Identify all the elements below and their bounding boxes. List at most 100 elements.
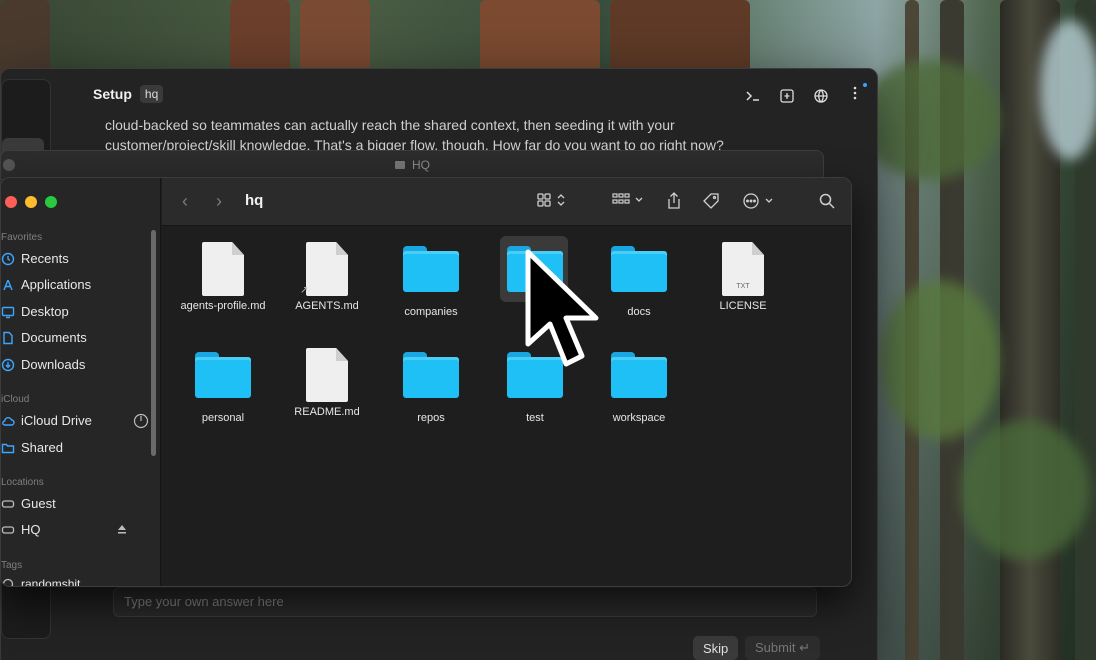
- sidebar-item-hq[interactable]: HQ: [1, 522, 151, 537]
- page-title: Setup: [93, 86, 132, 102]
- panel-icon[interactable]: [779, 88, 795, 104]
- submit-button[interactable]: Submit ↵: [745, 636, 820, 660]
- sky-patch: [1040, 20, 1096, 160]
- folder-icon: [611, 246, 667, 292]
- close-button[interactable]: [5, 196, 17, 208]
- file-label: LICENSE: [719, 300, 767, 312]
- sidebar-item-applications[interactable]: Applications: [1, 277, 151, 292]
- sidebar-item-label: Documents: [21, 330, 87, 345]
- terminal-icon[interactable]: [745, 88, 761, 104]
- sidebar-item-downloads[interactable]: Downloads: [1, 357, 151, 372]
- sidebar-item-documents[interactable]: Documents: [1, 330, 151, 345]
- text-document-icon: TXT: [722, 242, 764, 296]
- folder-title: hq: [245, 192, 264, 209]
- chevron-down-icon: [765, 198, 773, 203]
- sidebar-scrollbar[interactable]: [151, 230, 156, 456]
- skip-button[interactable]: Skip: [693, 636, 739, 660]
- sidebar-item-tag[interactable]: randomshit: [1, 577, 151, 587]
- alias-document-icon: ↗: [300, 242, 348, 296]
- updown-chevron-icon: [557, 194, 565, 206]
- sidebar-item-recents[interactable]: Recents: [1, 251, 151, 266]
- more-button[interactable]: [847, 83, 867, 106]
- sidebar-item-desktop[interactable]: Desktop: [1, 304, 151, 319]
- file-label: AGENTS.md: [295, 300, 359, 312]
- setup-header: Setup hq: [93, 85, 164, 103]
- finder-window: Favorites Recents Applications Desktop D…: [0, 177, 852, 587]
- search-icon[interactable]: [818, 192, 836, 210]
- sidebar-item-icloud-drive[interactable]: iCloud Drive: [1, 413, 151, 429]
- chevron-down-icon: [635, 197, 643, 202]
- folder-label: companies: [404, 306, 458, 318]
- assistant-message: cloud-backed so teammates can actually r…: [105, 117, 724, 153]
- shared-folder-icon: [1, 443, 15, 453]
- folder-item[interactable]: repos: [376, 352, 486, 424]
- locations-heading: Locations: [1, 477, 44, 488]
- mouse-pointer-icon: [525, 249, 599, 367]
- favorites-heading: Favorites: [1, 232, 43, 243]
- foliage: [880, 280, 1000, 440]
- sidebar-item-label: Guest: [21, 496, 56, 511]
- tag-icon[interactable]: [702, 192, 720, 210]
- forward-arrow-icon[interactable]: ›: [216, 191, 222, 212]
- header-actions: [745, 83, 867, 106]
- sidebar-item-label: randomshit: [21, 577, 81, 587]
- finder-sidebar: Favorites Recents Applications Desktop D…: [1, 178, 161, 586]
- download-icon: [1, 358, 15, 371]
- sidebar-item-label: iCloud Drive: [21, 413, 92, 428]
- file-item[interactable]: TXT LICENSE: [688, 242, 798, 312]
- folder-label: repos: [417, 412, 445, 424]
- answer-input[interactable]: Type your own answer here: [113, 587, 817, 617]
- folder-icon: [195, 352, 251, 398]
- sidebar-item-label: Shared: [21, 440, 63, 455]
- folder-icon: [611, 352, 667, 398]
- cloud-icon: [2, 416, 15, 426]
- folder-label: workspace: [612, 412, 666, 424]
- sidebar-item-label: Applications: [21, 277, 92, 292]
- icloud-heading: iCloud: [1, 394, 30, 405]
- sidebar-item-label: HQ: [21, 522, 41, 537]
- sidebar-item-guest[interactable]: Guest: [1, 496, 151, 511]
- drive-icon: [1, 525, 15, 534]
- window-controls: [5, 196, 57, 208]
- window-title-text: HQ: [412, 158, 430, 172]
- document-icon: [306, 348, 348, 402]
- notification-dot: [863, 83, 867, 87]
- sidebar-item-label: Downloads: [21, 357, 86, 372]
- folder-item[interactable]: companies: [376, 246, 486, 318]
- folder-label: test: [526, 412, 544, 424]
- eject-icon[interactable]: [117, 524, 127, 534]
- file-label: README.md: [294, 406, 360, 418]
- file-grid: agents-profile.md ↗ AGENTS.md companies …: [162, 226, 851, 586]
- tags-heading: Tags: [1, 560, 23, 571]
- view-mode-button[interactable]: [536, 192, 566, 208]
- applications-icon: [3, 279, 13, 290]
- document-icon: [3, 331, 13, 344]
- file-item[interactable]: agents-profile.md: [168, 242, 278, 312]
- zoom-button[interactable]: [45, 196, 57, 208]
- group-button[interactable]: [612, 192, 644, 208]
- share-icon[interactable]: [666, 192, 682, 210]
- window-title: HQ: [1, 158, 823, 172]
- sidebar-item-shared[interactable]: Shared: [1, 440, 151, 455]
- globe-icon[interactable]: [813, 88, 829, 104]
- drive-icon: [395, 161, 405, 169]
- drive-icon: [1, 499, 15, 508]
- grid-view-icon: [537, 193, 551, 207]
- sidebar-item-label: Desktop: [21, 304, 69, 319]
- finder-toolbar: ‹ › hq: [162, 178, 851, 226]
- sync-progress-icon: [133, 413, 149, 429]
- foliage: [960, 420, 1090, 560]
- ellipsis-circle-icon: [743, 193, 759, 209]
- foliage: [860, 60, 1000, 180]
- folder-item[interactable]: personal: [168, 352, 278, 424]
- file-item[interactable]: README.md: [272, 348, 382, 418]
- file-item[interactable]: ↗ AGENTS.md: [272, 242, 382, 312]
- file-type-badge: TXT: [736, 283, 750, 290]
- back-arrow-icon[interactable]: ‹: [182, 191, 188, 212]
- minimize-button[interactable]: [25, 196, 37, 208]
- desktop-icon: [1, 306, 15, 318]
- project-tag[interactable]: hq: [139, 85, 164, 103]
- hq-window-titlebar: HQ: [0, 150, 824, 180]
- more-icon: [853, 86, 857, 100]
- action-menu-button[interactable]: [742, 192, 774, 210]
